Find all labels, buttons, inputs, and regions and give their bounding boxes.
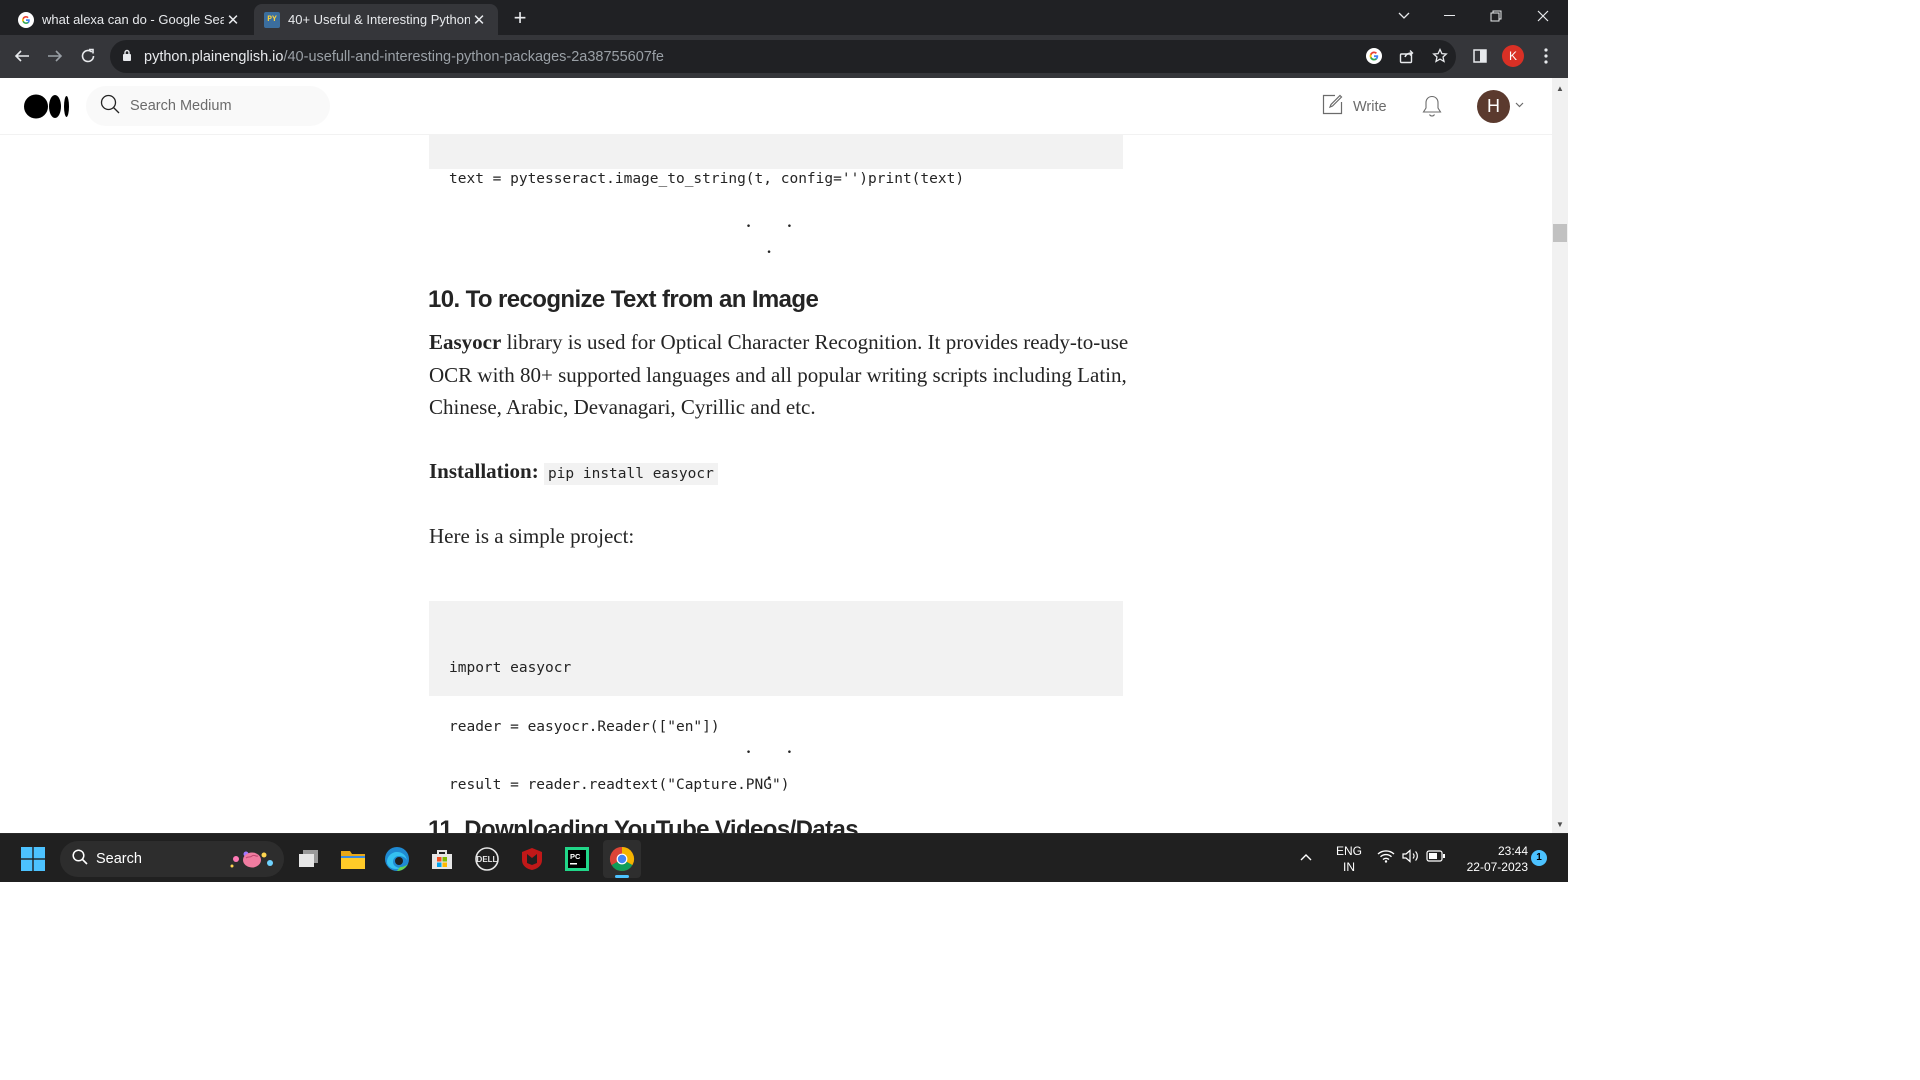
tab-title: what alexa can do - Google Search [42,12,224,27]
url-host: python.plainenglish.io [144,48,284,65]
minimize-icon[interactable] [1427,0,1473,32]
tab-search-icon[interactable] [1381,0,1427,32]
lock-icon[interactable] [122,48,132,66]
browser-toolbar: python.plainenglish.io/40-usefull-and-in… [0,35,1568,78]
profile-initial: K [1502,45,1524,67]
code-line: text = pytesseract.image_to_string(t, co… [449,171,965,187]
notifications-bell-icon[interactable] [1420,94,1444,123]
write-icon [1322,94,1343,119]
medium-header: Search Medium Write H [0,78,1552,135]
url-text: python.plainenglish.io/40-usefull-and-in… [144,49,664,65]
tab-title: 40+ Useful & Interesting Python Packages [288,12,470,27]
scroll-up-icon[interactable]: ▲ [1552,80,1568,96]
page-scrollbar[interactable] [1552,78,1568,833]
taskbar-search-box[interactable]: Search [60,841,284,877]
close-tab-icon[interactable]: ✕ [470,11,488,29]
chrome-icon[interactable] [603,840,641,878]
chevron-down-icon[interactable] [1515,100,1524,111]
close-tab-icon[interactable]: ✕ [224,11,242,29]
code-block-easyocr: import easyocr reader = easyocr.Reader([… [429,601,1123,793]
pycharm-icon[interactable]: PC [558,840,596,878]
medium-search-input[interactable]: Search Medium [86,86,330,126]
share-icon[interactable] [1394,43,1420,69]
show-hidden-icons-chevron-icon[interactable] [1300,850,1312,864]
forward-icon[interactable] [40,41,70,71]
installation-line: Installation: pip install easyocr [429,455,1129,491]
bookmark-star-icon[interactable] [1427,43,1453,69]
user-avatar[interactable]: H [1477,90,1510,123]
svg-text:PC: PC [570,852,581,861]
section-separator: · · · [744,739,808,790]
install-command: pip install easyocr [543,463,718,485]
code-line: reader = easyocr.Reader(["en"]) [449,718,720,735]
bold-term: Easyocr [429,330,502,354]
windows-start-icon[interactable] [14,840,52,878]
close-window-icon[interactable] [1520,0,1566,32]
write-label: Write [1353,98,1387,115]
search-icon [72,849,88,869]
mcafee-icon[interactable] [513,840,551,878]
back-icon[interactable] [7,41,37,71]
file-explorer-icon[interactable] [334,840,372,878]
url-path: /40-usefull-and-interesting-python-packa… [283,48,664,65]
search-icon [100,94,120,119]
write-button[interactable]: Write [1322,94,1387,119]
paragraph-easyocr: Easyocr library is used for Optical Char… [429,326,1129,424]
edge-icon[interactable] [378,840,416,878]
google-icon [18,11,34,28]
tab-python-packages[interactable]: PY 40+ Useful & Interesting Python Packa… [254,4,498,35]
medium-logo-icon[interactable] [24,94,70,124]
clock-date: 22-07-2023 [1466,860,1528,874]
chrome-menu-icon[interactable] [1533,43,1559,69]
clock[interactable]: 23:44 22-07-2023 [1456,843,1528,875]
volume-icon[interactable] [1402,849,1420,866]
clock-time: 23:44 [1497,844,1528,858]
store-icon[interactable] [423,840,461,878]
article-body: text = pytesseract.image_to_string(t, co… [0,135,1552,833]
project-intro: Here is a simple project: [429,524,635,548]
code-block-pytesseract: text = pytesseract.image_to_string(t, co… [429,135,1123,187]
language-code: ENG [1335,844,1362,858]
battery-icon[interactable] [1426,850,1446,865]
svg-text:DELL: DELL [477,855,498,864]
scroll-down-icon[interactable]: ▼ [1552,816,1568,832]
search-placeholder: Search Medium [130,98,232,114]
scrollbar-thumb[interactable] [1553,224,1567,242]
wifi-icon[interactable] [1377,849,1395,866]
installation-label: Installation: [429,459,539,483]
region-code: IN [1343,860,1355,874]
profile-avatar[interactable]: K [1500,43,1526,69]
browser-tab-strip: what alexa can do - Google Search ✕ PY 4… [0,0,1568,35]
python-favicon: PY [264,11,280,28]
active-app-indicator [615,875,629,878]
notification-badge[interactable]: 1 [1531,850,1547,866]
dell-icon[interactable]: DELL [468,840,506,878]
code-line: import easyocr [449,660,572,676]
google-lens-icon[interactable] [1361,43,1387,69]
section-heading: 10. To recognize Text from an Image [428,286,819,313]
side-panel-icon[interactable] [1467,43,1493,69]
tab-google-search[interactable]: what alexa can do - Google Search ✕ [8,4,252,35]
taskbar-search-label: Search [96,851,142,867]
reload-icon[interactable] [73,41,103,71]
address-bar[interactable]: python.plainenglish.io/40-usefull-and-in… [110,40,1456,73]
paragraph-text: library is used for Optical Character Re… [429,330,1129,420]
section-separator: · · · [744,213,808,264]
windows-taskbar: Search DELL PC ENG IN 23:44 22-07-2023 1 [0,833,1568,882]
restore-icon[interactable] [1473,0,1519,32]
new-tab-button[interactable]: + [506,4,534,32]
task-view-icon[interactable] [290,840,328,878]
search-highlight-brain-icon [226,846,278,876]
section-heading: 11. Downloading YouTube Videos/Datas [428,816,859,833]
language-indicator[interactable]: ENG IN [1333,843,1365,875]
